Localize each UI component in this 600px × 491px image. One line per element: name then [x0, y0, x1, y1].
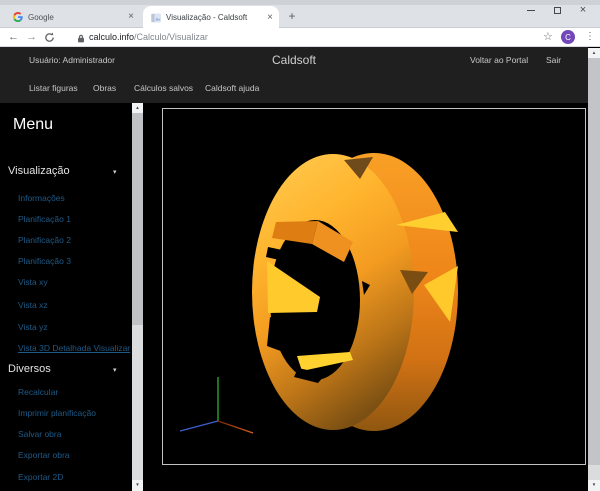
- sidebar-item-imprimir[interactable]: Imprimir planificação: [18, 408, 96, 418]
- refresh-button[interactable]: [44, 32, 55, 48]
- browser-menu-icon[interactable]: ⋮: [585, 31, 595, 42]
- menu-heading: Menu: [13, 116, 53, 134]
- sidebar-item-vista-xy[interactable]: Vista xy: [18, 277, 48, 287]
- maximize-icon: [554, 7, 561, 14]
- sidebar-item-vista-xz[interactable]: Vista xz: [18, 300, 48, 310]
- tab-title: Google: [28, 13, 128, 22]
- minimize-icon: [527, 10, 535, 11]
- nav-obras[interactable]: Obras: [93, 83, 116, 93]
- sidebar-item-vista-3d[interactable]: Vista 3D Detalhada Visualizar: [18, 343, 130, 353]
- google-favicon-icon: [13, 12, 23, 22]
- nav-calculos-salvos[interactable]: Cálculos salvos: [134, 83, 193, 93]
- scrollbar-thumb[interactable]: [132, 113, 143, 325]
- browser-toolbar: ← → calculo.info/Calculo/Visualizar ☆ C …: [0, 28, 600, 47]
- axis-triad: [180, 377, 253, 433]
- minimize-button[interactable]: [518, 1, 544, 19]
- tab-title: Visualização - Caldsoft: [166, 13, 267, 22]
- sidebar-item-planificacao2[interactable]: Planificação 2: [18, 235, 71, 245]
- brand-title: Caldsoft: [272, 53, 316, 67]
- sidebar-item-planificacao1[interactable]: Planificação 1: [18, 214, 71, 224]
- url-path: /Calculo/Visualizar: [134, 32, 208, 42]
- scroll-up-button[interactable]: ▲: [132, 103, 143, 113]
- user-label: Usuário: Administrador: [29, 55, 115, 65]
- nav-caldsoft-ajuda[interactable]: Caldsoft ajuda: [205, 83, 259, 93]
- sidebar-item-exportar-2d[interactable]: Exportar 2D: [18, 472, 63, 482]
- address-bar[interactable]: calculo.info/Calculo/Visualizar: [89, 32, 208, 42]
- page-scrollbar[interactable]: ▲ ▼: [588, 48, 600, 491]
- section-diversos[interactable]: Diversos: [8, 363, 51, 375]
- chevron-down-icon: ▾: [113, 168, 117, 176]
- sidebar-item-informacoes[interactable]: Informações: [18, 193, 65, 203]
- maximize-button[interactable]: [544, 1, 570, 19]
- sidebar-item-exportar-obra[interactable]: Exportar obra: [18, 450, 70, 460]
- site-header: Usuário: Administrador Caldsoft Voltar a…: [0, 47, 588, 103]
- model-3d: [163, 109, 585, 464]
- browser-window: Google × Visualização - Caldsoft × + × ←…: [0, 0, 600, 491]
- viewport-3d-canvas[interactable]: [162, 108, 586, 465]
- new-tab-button[interactable]: +: [284, 8, 300, 24]
- tab-strip: Google × Visualização - Caldsoft × + ×: [0, 0, 600, 28]
- chevron-down-icon: ▾: [113, 366, 117, 374]
- lock-icon[interactable]: [77, 33, 85, 48]
- url-domain: calculo.info: [89, 32, 134, 42]
- sidebar-item-salvar-obra[interactable]: Salvar obra: [18, 429, 61, 439]
- close-tab-icon[interactable]: ×: [267, 13, 273, 23]
- back-button[interactable]: ←: [8, 30, 19, 45]
- scroll-down-button[interactable]: ▼: [588, 480, 600, 491]
- close-tab-icon[interactable]: ×: [128, 12, 134, 22]
- forward-button[interactable]: →: [26, 30, 37, 45]
- portal-link[interactable]: Voltar ao Portal: [470, 55, 528, 65]
- close-window-button[interactable]: ×: [570, 1, 596, 19]
- tab-caldsoft[interactable]: Visualização - Caldsoft ×: [143, 6, 279, 29]
- logout-link[interactable]: Sair: [546, 55, 561, 65]
- sidebar-scrollbar[interactable]: ▲ ▼: [132, 103, 143, 491]
- close-icon: ×: [580, 5, 586, 16]
- scroll-down-button[interactable]: ▼: [132, 480, 143, 491]
- sidebar-item-vista-yz[interactable]: Vista yz: [18, 322, 48, 332]
- tab-google[interactable]: Google ×: [5, 6, 140, 28]
- scroll-up-button[interactable]: ▲: [588, 48, 600, 58]
- window-controls: ×: [518, 1, 596, 19]
- sidebar-menu: Menu Visualização ▾ Informações Planific…: [0, 103, 132, 491]
- bookmark-star-icon[interactable]: ☆: [543, 30, 553, 43]
- page-favicon-icon: [151, 13, 161, 23]
- section-visualizacao[interactable]: Visualização: [8, 165, 70, 177]
- window-frame-edge: [0, 0, 600, 5]
- profile-avatar[interactable]: C: [561, 30, 575, 44]
- sidebar-item-recalcular[interactable]: Recalcular: [18, 387, 58, 397]
- sidebar-item-planificacao3[interactable]: Planificação 3: [18, 256, 71, 266]
- scrollbar-thumb[interactable]: [588, 58, 600, 465]
- nav-listar-figuras[interactable]: Listar figuras: [29, 83, 78, 93]
